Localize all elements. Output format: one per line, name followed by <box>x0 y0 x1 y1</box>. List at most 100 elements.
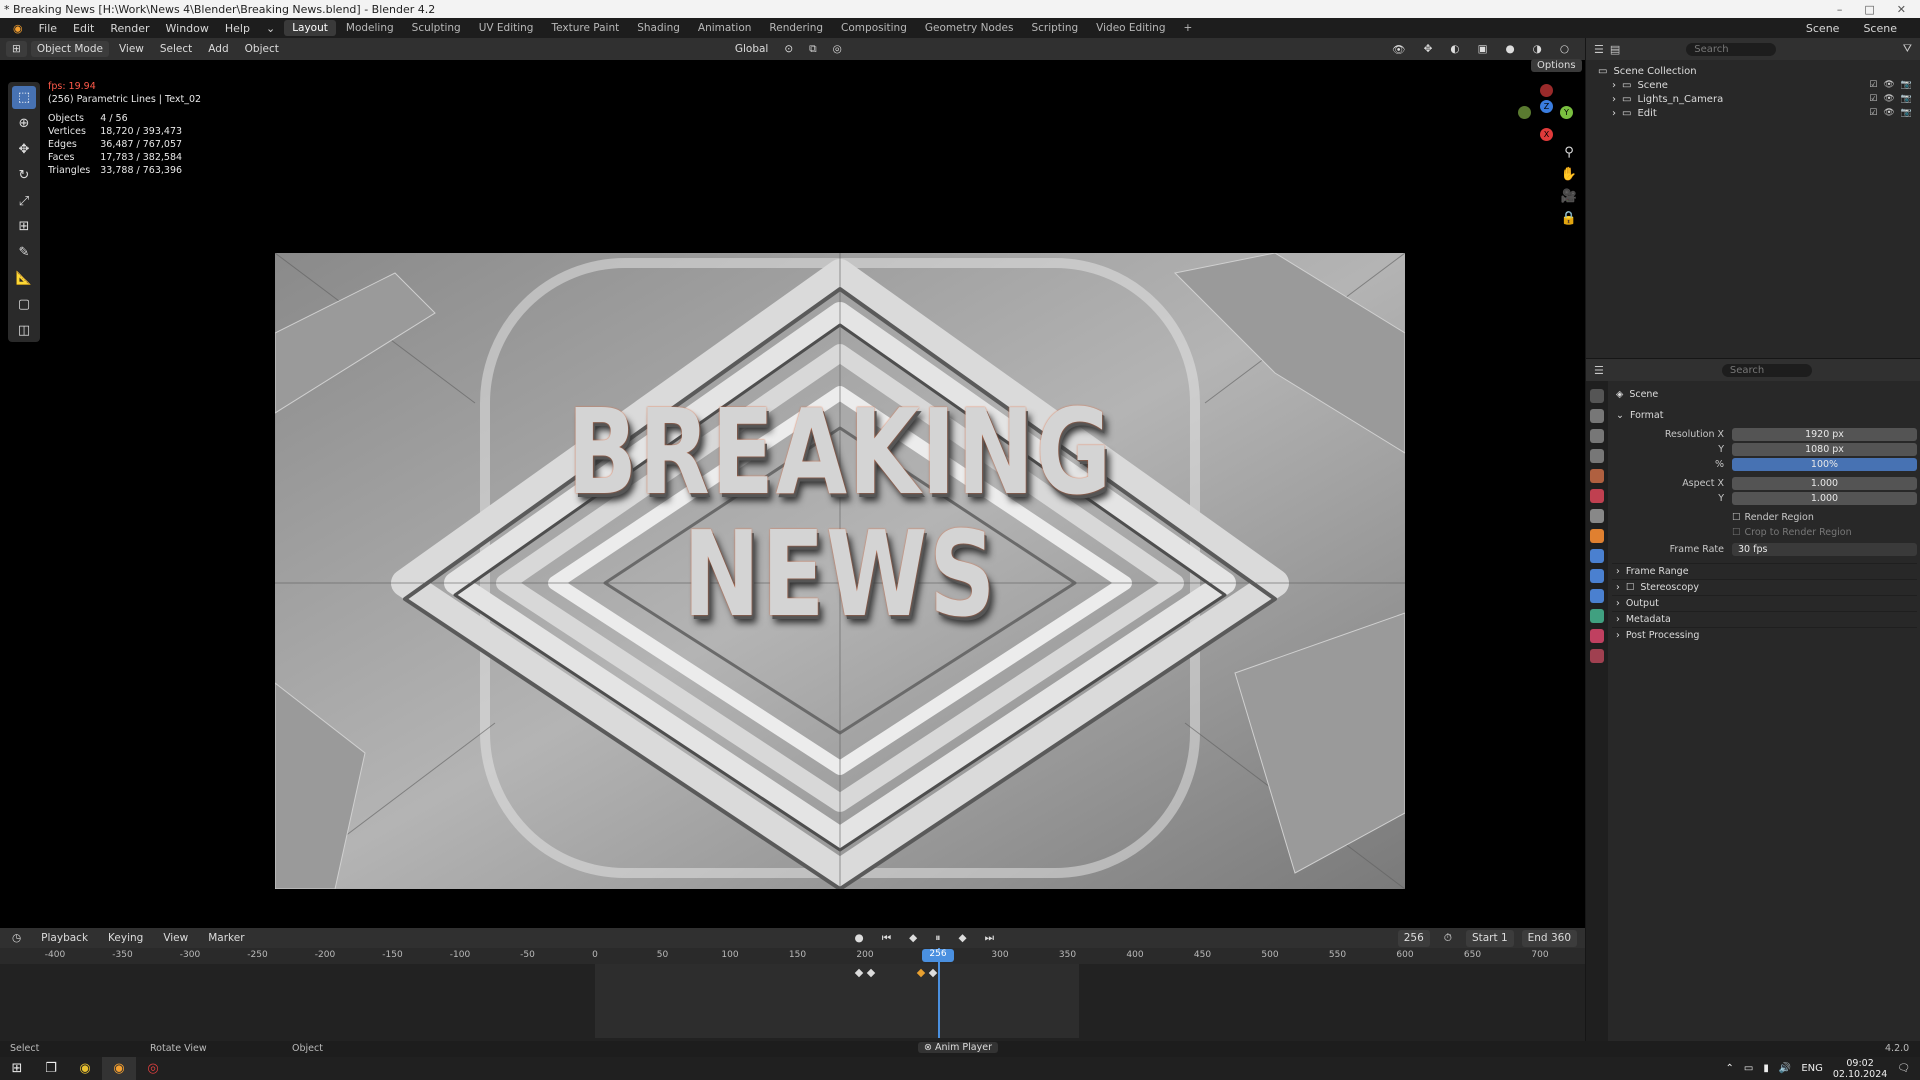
tab-texture-paint[interactable]: Texture Paint <box>543 20 627 36</box>
camera-view-icon[interactable]: 🎥 <box>1560 189 1578 207</box>
filter-icon[interactable]: ⛛ <box>1903 42 1920 56</box>
notifications-icon[interactable]: 🗨 <box>1897 1063 1910 1074</box>
gizmo-icon[interactable]: ✥ <box>1418 41 1439 58</box>
add-cube-icon[interactable]: ▢ <box>12 293 36 316</box>
properties-editor-icon[interactable]: ☰ <box>1594 364 1604 377</box>
world-tab-icon[interactable] <box>1590 489 1604 503</box>
timeline-editor-icon[interactable]: ◷ <box>6 930 27 946</box>
gizmo-neg-x-icon[interactable] <box>1540 84 1553 97</box>
options-dropdown[interactable]: Options <box>1531 59 1582 72</box>
measure-icon[interactable]: 📐 <box>12 267 36 290</box>
shading-material-icon[interactable]: ◑ <box>1527 41 1548 58</box>
render-tab-icon[interactable] <box>1590 409 1604 423</box>
battery-icon[interactable]: ▮ <box>1763 1063 1769 1074</box>
eye-icon[interactable]: 👁 <box>1883 80 1894 90</box>
menu-file[interactable]: File <box>32 20 64 37</box>
output-panel[interactable]: › Output <box>1612 595 1917 611</box>
view-layer-selector[interactable]: Scene <box>1856 20 1904 37</box>
menu-marker[interactable]: Marker <box>202 930 250 946</box>
outliner-item-scene[interactable]: › ▭ Scene ☑ 👁 📷 <box>1586 78 1920 92</box>
shading-solid-icon[interactable]: ● <box>1499 41 1520 58</box>
select-box-icon[interactable]: ⬚ <box>12 86 36 109</box>
mode-selector[interactable]: Object Mode <box>30 41 109 57</box>
move-icon[interactable]: ✥ <box>12 138 36 161</box>
tab-scripting[interactable]: Scripting <box>1023 20 1086 36</box>
workspace-pin-icon[interactable]: ⌄ <box>259 20 282 37</box>
zoom-icon[interactable]: ⚲ <box>1560 145 1578 163</box>
clock[interactable]: 09:02 02.10.2024 <box>1833 1058 1887 1080</box>
proportional-edit-icon[interactable]: ◎ <box>827 41 848 57</box>
resolution-x-field[interactable]: 1920 px <box>1732 428 1917 441</box>
cancel-icon[interactable]: ⊗ <box>924 1042 932 1053</box>
annotate-icon[interactable]: ✎ <box>12 241 36 264</box>
modifier-tab-icon[interactable] <box>1590 549 1604 563</box>
tab-sculpting[interactable]: Sculpting <box>404 20 469 36</box>
crop-region-checkbox[interactable]: ☐ <box>1732 527 1741 538</box>
editor-type-icon[interactable]: ⊞ <box>6 41 27 57</box>
eye-icon[interactable]: 👁 <box>1883 94 1894 104</box>
properties-search-input[interactable]: Search <box>1721 363 1812 377</box>
minimize-icon[interactable]: – <box>1837 3 1843 16</box>
tool-tab-icon[interactable] <box>1590 389 1604 403</box>
eye-icon[interactable]: 👁 <box>1883 108 1894 118</box>
orientation-selector[interactable]: Global <box>729 41 775 57</box>
format-panel-header[interactable]: ⌄ Format <box>1612 407 1917 423</box>
blender-taskbar-icon[interactable]: ◉ <box>102 1057 136 1080</box>
data-tab-icon[interactable] <box>1590 609 1604 623</box>
view-layer-tab-icon[interactable] <box>1590 449 1604 463</box>
lock-icon[interactable]: 🔒 <box>1560 211 1578 229</box>
outliner-search-input[interactable]: Search <box>1686 42 1777 56</box>
menu-view[interactable]: View <box>113 41 150 57</box>
expand-chevron-icon[interactable]: › <box>1612 80 1616 91</box>
output-tab-icon[interactable] <box>1590 429 1604 443</box>
stereoscopy-panel[interactable]: › ☐ Stereoscopy <box>1612 579 1917 595</box>
rotate-icon[interactable]: ↻ <box>12 164 36 187</box>
pivot-icon[interactable]: ⊙ <box>778 41 799 57</box>
checkbox-icon[interactable]: ☑ <box>1869 94 1877 104</box>
scene-selector[interactable]: Scene <box>1799 20 1847 37</box>
blender-logo-icon[interactable]: ◉ <box>6 20 30 37</box>
frame-rate-dropdown[interactable]: 30 fps <box>1732 543 1917 556</box>
resolution-percent-slider[interactable]: 100% <box>1732 458 1917 471</box>
anim-player-badge[interactable]: ⊗ Anim Player <box>918 1042 998 1053</box>
app-taskbar-icon[interactable]: ◎ <box>136 1057 170 1080</box>
render-region-checkbox[interactable]: ☐ <box>1732 512 1741 523</box>
menu-keying[interactable]: Keying <box>102 930 149 946</box>
menu-timeline-view[interactable]: View <box>157 930 194 946</box>
menu-render[interactable]: Render <box>103 20 156 37</box>
outliner-root[interactable]: ▭ Scene Collection <box>1586 64 1920 78</box>
timeline-ruler[interactable]: -400 -350 -300 -250 -200 -150 -100 -50 0 50 100 150… <box>0 948 1585 964</box>
tab-shading[interactable]: Shading <box>629 20 688 36</box>
jump-start-icon[interactable]: ⏮ <box>876 930 897 947</box>
start-frame-field[interactable]: Start 1 <box>1465 929 1514 947</box>
gizmo-neg-y-icon[interactable] <box>1518 106 1531 119</box>
outliner-item-edit[interactable]: › ▭ Edit ☑ 👁 📷 <box>1586 106 1920 120</box>
clock-icon[interactable]: ⏱ <box>1438 930 1458 947</box>
add-object-icon[interactable]: ◫ <box>12 319 36 342</box>
tab-modeling[interactable]: Modeling <box>338 20 402 36</box>
checkbox-icon[interactable]: ☑ <box>1869 108 1877 118</box>
scale-icon[interactable]: ⤢ <box>12 190 36 213</box>
menu-window[interactable]: Window <box>159 20 216 37</box>
post-processing-panel[interactable]: › Post Processing <box>1612 627 1917 643</box>
camera-icon[interactable]: 📷 <box>1901 80 1912 90</box>
overlay-icon[interactable]: ◐ <box>1444 41 1465 58</box>
frame-range-panel[interactable]: › Frame Range <box>1612 563 1917 579</box>
menu-add[interactable]: Add <box>202 41 234 57</box>
record-icon[interactable]: ● <box>849 930 870 947</box>
outliner-editor-icon[interactable]: ☰ <box>1594 43 1604 56</box>
menu-object[interactable]: Object <box>239 41 285 57</box>
next-keyframe-icon[interactable]: ◆ <box>952 930 972 947</box>
menu-edit[interactable]: Edit <box>66 20 101 37</box>
jump-end-icon[interactable]: ⏭ <box>979 930 1000 947</box>
menu-select[interactable]: Select <box>154 41 198 57</box>
tab-compositing[interactable]: Compositing <box>833 20 915 36</box>
xray-icon[interactable]: ▣ <box>1472 41 1494 58</box>
tab-layout[interactable]: Layout <box>284 20 336 36</box>
language-indicator[interactable]: ENG <box>1801 1063 1823 1074</box>
display-mode-icon[interactable]: ▤ <box>1610 43 1620 56</box>
material-tab-icon[interactable] <box>1590 629 1604 643</box>
gizmo-x-icon[interactable]: X <box>1540 128 1553 141</box>
tab-video-editing[interactable]: Video Editing <box>1088 20 1173 36</box>
network-icon[interactable]: ▭ <box>1744 1063 1753 1074</box>
